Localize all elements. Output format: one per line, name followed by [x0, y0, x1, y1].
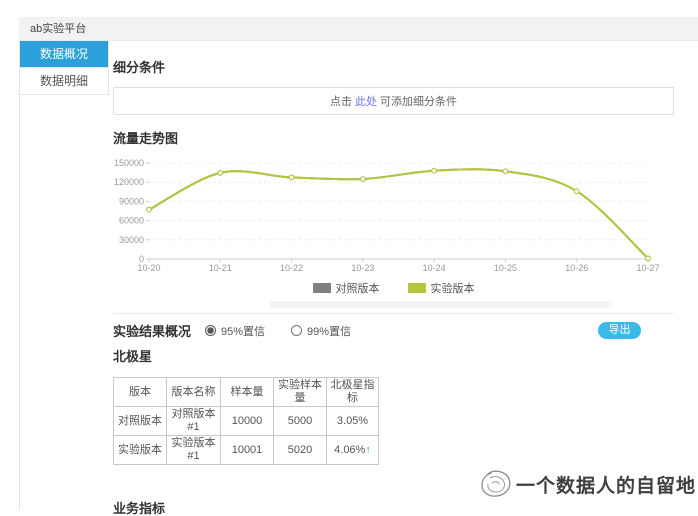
svg-text:10-24: 10-24 [423, 263, 446, 273]
table-header-row: 版本 版本名称 样本量 实验样本量 北极星指标 [113, 377, 379, 407]
table-header-cell: 北极星指标 [326, 377, 379, 407]
app-header: ab实验平台 [19, 17, 698, 41]
table-cell: 实验版本 [113, 435, 167, 465]
confidence-95-option[interactable]: 95%置信 [205, 323, 265, 339]
table-cell: 实验版本#1 [166, 435, 221, 465]
confidence-99-radio[interactable] [291, 325, 303, 336]
traffic-chart-canvas: 030000600009000012000015000010-20 10-21 10… [114, 158, 660, 273]
confidence-99-label: 99%置信 [307, 325, 352, 338]
legend-label: 实验版本 [430, 283, 475, 295]
add-segment-link[interactable]: 此处 [355, 93, 377, 109]
table-cell: 对照版本#1 [166, 406, 221, 436]
svg-text:10-22: 10-22 [280, 263, 303, 273]
svg-text:10-25: 10-25 [494, 263, 517, 273]
table-header-cell: 实验样本量 [273, 377, 327, 407]
table-cell: 4.06%↑ [326, 435, 379, 465]
svg-text:150000: 150000 [114, 158, 144, 168]
table-cell: 5020 [273, 435, 327, 465]
sidebar-item-data-detail[interactable]: 数据明细 [20, 68, 108, 95]
page: ab实验平台 数据概况 数据明细 细分条件 点击 此处 可添加细分条件 流量走势… [0, 0, 698, 516]
export-button[interactable]: 导出 [598, 322, 641, 339]
sidebar-menu: 数据概况 数据明细 [20, 41, 109, 95]
traffic-chart-title: 流量走势图 [113, 131, 179, 146]
svg-text:10-26: 10-26 [565, 263, 588, 273]
legend-item[interactable]: 实验版本 [407, 280, 475, 296]
table-cell: 10000 [220, 406, 274, 436]
svg-text:10-23: 10-23 [351, 263, 374, 273]
segment-hint-prefix: 点击 [330, 96, 352, 108]
results-header-row: 实验结果概况 95%置信 99%置信 导出 [113, 313, 674, 340]
legend-item[interactable]: 对照版本 [312, 280, 380, 296]
confidence-99-option[interactable]: 99%置信 [291, 323, 351, 339]
northstar-table: 版本 版本名称 样本量 实验样本量 北极星指标 对照版本 对照版本#1 10000 5000 3.… [113, 377, 379, 465]
northstar-title: 北极星 [113, 349, 153, 364]
table-cell: 3.05% [326, 406, 379, 436]
chart-scrollbar[interactable] [270, 301, 612, 308]
main-content: 细分条件 点击 此处 可添加细分条件 流量走势图 0 30000 60000 9000… [113, 41, 674, 516]
results-title: 实验结果概况 [113, 324, 192, 339]
table-cell: 对照版本 [113, 406, 167, 436]
legend-swatch [312, 283, 331, 293]
chart-legend: 对照版本 实验版本 [113, 281, 674, 295]
table-cell: 5000 [273, 406, 327, 436]
confidence-radio-group: 95%置信 99%置信 [205, 323, 351, 339]
traffic-chart: 0 30000 60000 90000 120000 150000 10-20 10-21 10… [113, 148, 674, 281]
svg-text:90000: 90000 [119, 196, 144, 206]
table-header-cell: 样本量 [220, 377, 274, 407]
svg-text:120000: 120000 [114, 177, 144, 187]
svg-text:10-20: 10-20 [137, 263, 160, 273]
confidence-95-label: 95%置信 [221, 325, 266, 338]
legend-swatch [407, 283, 426, 293]
table-header-cell: 版本名称 [166, 377, 221, 407]
table-cell: 10001 [220, 435, 274, 465]
table-row: 实验版本 实验版本#1 10001 5020 4.06%↑ [113, 435, 379, 465]
legend-label: 对照版本 [335, 283, 380, 295]
svg-text:30000: 30000 [119, 235, 144, 245]
table-header-cell: 版本 [113, 377, 167, 407]
sidebar: 数据概况 数据明细 [19, 41, 109, 510]
svg-text:10-27: 10-27 [636, 263, 659, 273]
business-metrics-title: 业务指标 [113, 501, 166, 516]
app-title: ab实验平台 [30, 23, 87, 35]
svg-text:60000: 60000 [119, 216, 144, 226]
sidebar-item-data-overview[interactable]: 数据概况 [20, 41, 108, 68]
segment-hint-suffix: 可添加细分条件 [380, 96, 457, 108]
svg-text:10-21: 10-21 [209, 263, 232, 273]
confidence-95-radio[interactable] [205, 325, 217, 336]
segment-title: 细分条件 [113, 60, 166, 75]
table-row: 对照版本 对照版本#1 10000 5000 3.05% [113, 406, 379, 436]
segment-hint-box: 点击 此处 可添加细分条件 [113, 87, 674, 115]
